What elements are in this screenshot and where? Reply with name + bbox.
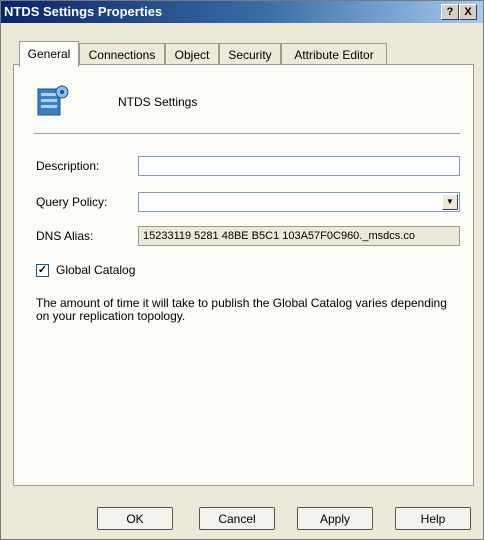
general-tab-panel: NTDS Settings Description: Query Policy:…	[13, 64, 474, 486]
help-button[interactable]: Help	[395, 507, 471, 530]
description-input[interactable]	[138, 156, 460, 176]
object-name-label: NTDS Settings	[118, 95, 198, 109]
global-catalog-info-text: The amount of time it will take to publi…	[36, 296, 447, 323]
description-label: Description:	[36, 159, 100, 173]
tab-general[interactable]: General	[19, 41, 79, 67]
ok-button[interactable]: OK	[97, 507, 173, 530]
title-bar[interactable]: NTDS Settings Properties ? X	[1, 1, 483, 23]
cancel-button[interactable]: Cancel	[199, 507, 275, 530]
query-policy-select[interactable]: ▼	[138, 192, 460, 212]
tab-connections[interactable]: Connections	[79, 43, 165, 66]
tab-attribute-editor[interactable]: Attribute Editor	[281, 43, 387, 66]
tab-object[interactable]: Object	[165, 43, 219, 66]
tab-security[interactable]: Security	[219, 43, 281, 66]
dns-alias-field[interactable]: 15233119 5281 48BE B5C1 103A57F0C960._ms…	[138, 226, 460, 246]
dns-alias-label: DNS Alias:	[36, 229, 94, 243]
close-button[interactable]: X	[459, 4, 477, 20]
window-title: NTDS Settings Properties	[4, 4, 163, 19]
chevron-down-icon[interactable]: ▼	[442, 194, 458, 210]
properties-dialog: NTDS Settings Properties ? X General Con…	[0, 0, 484, 540]
help-title-button[interactable]: ?	[441, 4, 459, 20]
divider	[34, 133, 460, 135]
query-policy-label: Query Policy:	[36, 195, 108, 209]
apply-button[interactable]: Apply	[297, 507, 373, 530]
ntds-settings-icon	[37, 85, 69, 116]
global-catalog-checkbox[interactable]: ✓	[36, 264, 49, 277]
global-catalog-label[interactable]: Global Catalog	[56, 263, 135, 277]
